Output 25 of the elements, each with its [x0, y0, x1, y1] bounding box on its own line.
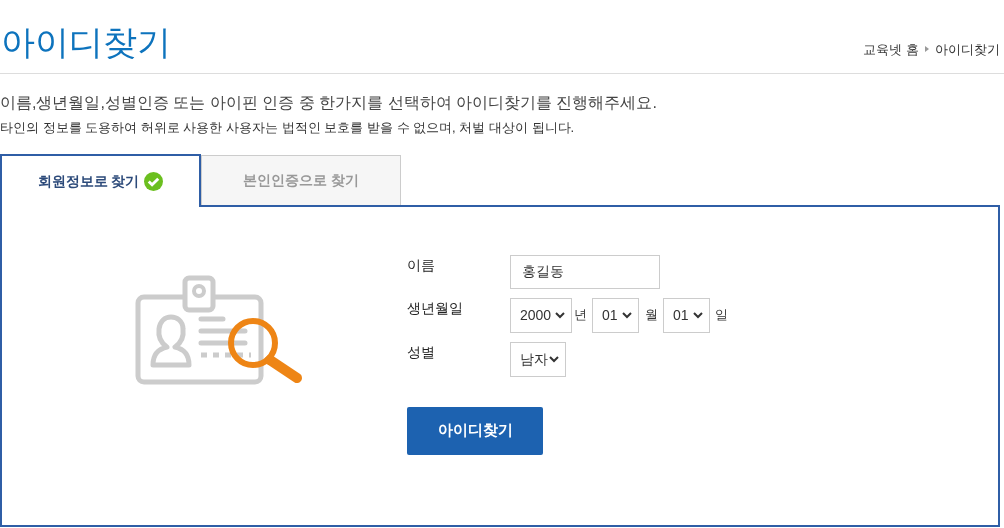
tab[interactable]: 회원정보로 찾기: [0, 153, 201, 207]
chevron-down-icon: [693, 311, 703, 319]
field-label: 성별: [407, 342, 436, 362]
month-select[interactable]: 01: [592, 297, 639, 333]
chevron-down-icon: [555, 311, 565, 319]
breadcrumb-link[interactable]: 교육넷 홈: [863, 39, 919, 59]
year-select[interactable]: 2000: [510, 297, 572, 333]
find-id-button[interactable]: 아이디찾기: [407, 406, 543, 455]
day-select[interactable]: 01: [663, 297, 710, 333]
unit-label: 년: [574, 306, 588, 325]
field-label: 생년월일: [407, 298, 464, 318]
page-title: 아이디찾기: [0, 25, 171, 59]
field-label: 이름: [407, 255, 436, 275]
notice-text: 타인의 정보를 도용하여 허위로 사용한 사용자는 법적인 보호를 받을 수 없으며, 처벌 대상이 됩니다.: [0, 119, 576, 137]
chevron-down-icon: [549, 355, 559, 363]
breadcrumb-link[interactable]: 아이디찾기: [935, 39, 1000, 59]
check-icon: [144, 171, 164, 191]
gender-select[interactable]: 남자: [510, 341, 566, 377]
id-card-search-icon: [135, 274, 305, 385]
name-input[interactable]: 홍길동: [510, 254, 660, 289]
unit-label: 월: [645, 306, 659, 325]
caret-right-icon: [925, 46, 929, 53]
unit-label: 일: [715, 306, 728, 325]
intro-text: 이름,생년월일,성별인증 또는 아이핀 인증 중 한가지를 선택하여 아이디찾기를 진행해주세요.: [0, 93, 658, 113]
chevron-down-icon: [622, 311, 632, 319]
